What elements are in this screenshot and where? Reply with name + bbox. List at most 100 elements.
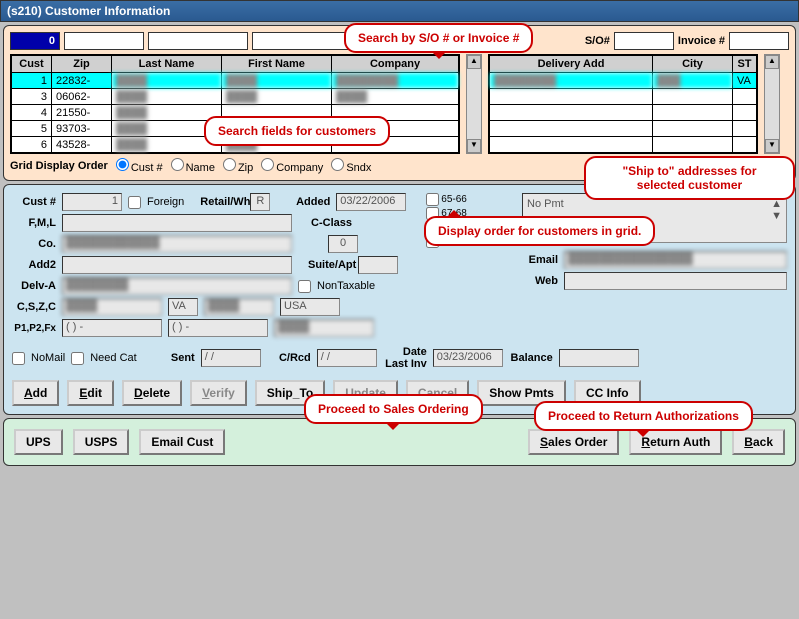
suite-value[interactable]: [358, 256, 398, 274]
add-button[interactable]: Add: [12, 380, 59, 406]
grid-order-label: Grid Display Order: [10, 160, 108, 172]
co-label: Co.: [12, 238, 56, 250]
invoice-label: Invoice #: [678, 35, 725, 47]
table-row[interactable]: [490, 121, 757, 137]
nomail-label: NoMail: [31, 352, 65, 364]
cclass-label: C-Class: [308, 217, 352, 229]
grid1-scrollbar[interactable]: ▲ ▼: [466, 54, 482, 154]
col-cust[interactable]: Cust: [12, 56, 52, 73]
needcat-checkbox[interactable]: [71, 352, 84, 365]
retailwh-value[interactable]: R: [250, 193, 270, 211]
radio-company[interactable]: Company: [261, 158, 323, 174]
fx-value[interactable]: ████: [274, 319, 374, 337]
needcat-label: Need Cat: [90, 352, 136, 364]
ups-button[interactable]: UPS: [14, 429, 63, 455]
bottom-section: Proceed to Return Authorizations Proceed…: [3, 418, 796, 466]
web-label: Web: [522, 275, 558, 287]
retailwh-label: Retail/Wh: [200, 196, 244, 208]
email-value[interactable]: ████████████████: [564, 251, 787, 269]
nontax-checkbox[interactable]: [298, 280, 311, 293]
table-row[interactable]: ███████████VA: [490, 73, 757, 89]
cszc-label: C,S,Z,C: [12, 301, 56, 313]
fml-value[interactable]: [62, 214, 292, 232]
callout-search-so: Search by S/O # or Invoice #: [344, 23, 533, 53]
suite-label: Suite/Apt: [308, 259, 352, 271]
salesorder-button[interactable]: Sales Order: [528, 429, 619, 455]
co-value[interactable]: ████████████: [62, 235, 292, 253]
added-value: 03/22/2006: [336, 193, 406, 211]
back-button[interactable]: Back: [732, 429, 785, 455]
p2-value[interactable]: ( ) -: [168, 319, 268, 337]
city-value[interactable]: ████: [62, 298, 162, 316]
datelast-value: 03/23/2006: [433, 349, 503, 367]
cust-label: Cust #: [12, 196, 56, 208]
cclass-value[interactable]: 0: [328, 235, 358, 253]
search-zip-input[interactable]: [64, 32, 144, 50]
foreign-checkbox[interactable]: [128, 196, 141, 209]
table-row[interactable]: [490, 137, 757, 153]
table-row[interactable]: [490, 89, 757, 105]
add2-label: Add2: [12, 259, 56, 271]
web-value[interactable]: [564, 272, 787, 290]
col-lastname[interactable]: Last Name: [112, 56, 222, 73]
search-lastname-input[interactable]: [148, 32, 248, 50]
datelast-label: Date Last Inv: [383, 346, 427, 370]
scroll-up-icon[interactable]: ▲: [765, 55, 779, 69]
cust-value: 1: [62, 193, 122, 211]
balance-label: Balance: [509, 352, 553, 364]
col-delivery[interactable]: Delivery Add: [490, 56, 653, 73]
crcd-value[interactable]: / /: [317, 349, 377, 367]
callout-search-fields: Search fields for customers: [204, 116, 390, 146]
state-value[interactable]: VA: [168, 298, 198, 316]
zip-value[interactable]: ████: [204, 298, 274, 316]
radio-name[interactable]: Name: [171, 158, 215, 174]
search-section: Search by S/O # or Invoice # Search fiel…: [3, 25, 796, 181]
shipto-grid[interactable]: Delivery Add City ST ███████████VA: [488, 54, 758, 154]
radio-sndx[interactable]: Sndx: [331, 158, 371, 174]
table-row[interactable]: [490, 105, 757, 121]
radio-zip[interactable]: Zip: [223, 158, 253, 174]
search-firstname-input[interactable]: [252, 32, 352, 50]
sent-label: Sent: [151, 352, 195, 364]
col-firstname[interactable]: First Name: [222, 56, 332, 73]
country-value[interactable]: USA: [280, 298, 340, 316]
crcd-label: C/Rcd: [267, 352, 311, 364]
scroll-up-icon[interactable]: ▲: [467, 55, 481, 69]
fml-label: F,M,L: [12, 217, 56, 229]
scroll-down-icon[interactable]: ▼: [765, 139, 779, 153]
foreign-label: Foreign: [147, 196, 184, 208]
table-row[interactable]: 306062- ████████████: [12, 89, 459, 105]
added-label: Added: [286, 196, 330, 208]
radio-cust[interactable]: Cust #: [116, 158, 163, 174]
so-label: S/O#: [585, 35, 610, 47]
invoice-input[interactable]: [729, 32, 789, 50]
add2-value[interactable]: [62, 256, 292, 274]
grid2-scrollbar[interactable]: ▲ ▼: [764, 54, 780, 154]
usps-button[interactable]: USPS: [73, 429, 130, 455]
nomail-checkbox[interactable]: [12, 352, 25, 365]
sent-value[interactable]: / /: [201, 349, 261, 367]
col-zip[interactable]: Zip: [52, 56, 112, 73]
emailcust-button[interactable]: Email Cust: [139, 429, 225, 455]
edit-button[interactable]: Edit: [67, 380, 114, 406]
p1-value[interactable]: ( ) -: [62, 319, 162, 337]
delva-label: Delv-A: [12, 280, 56, 292]
callout-return-auth: Proceed to Return Authorizations: [534, 401, 753, 431]
detail-section: Cust # 1 Foreign Retail/Wh R Added 03/22…: [3, 184, 796, 415]
window-title: (s210) Customer Information: [0, 0, 799, 22]
so-input[interactable]: [614, 32, 674, 50]
email-label: Email: [522, 254, 558, 266]
cclass-opt[interactable]: 65-66: [426, 193, 502, 206]
verify-button[interactable]: Verify: [190, 380, 247, 406]
scroll-down-icon[interactable]: ▼: [467, 139, 481, 153]
callout-display-order: Display order for customers in grid.: [424, 216, 655, 246]
delete-button[interactable]: Delete: [122, 380, 182, 406]
col-city[interactable]: City: [653, 56, 733, 73]
col-st[interactable]: ST: [733, 56, 757, 73]
p12fx-label: P1,P2,Fx: [12, 323, 56, 334]
nontax-label: NonTaxable: [317, 280, 375, 292]
search-cust-input[interactable]: 0: [10, 32, 60, 50]
callout-shipto: "Ship to" addresses for selected custome…: [584, 156, 795, 200]
delva-value[interactable]: ████████: [62, 277, 292, 295]
table-row[interactable]: 122832- ████████████████: [12, 73, 459, 89]
